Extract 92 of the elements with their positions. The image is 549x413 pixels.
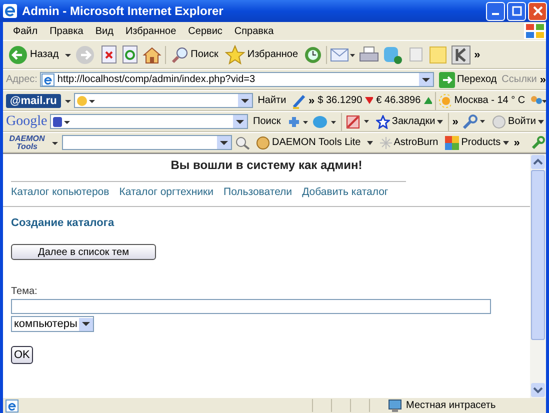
topic-input[interactable] <box>11 299 491 314</box>
security-zone: Местная интрасеть <box>406 400 497 411</box>
sparkle-icon <box>380 136 392 148</box>
menu-item[interactable]: Сервис <box>182 26 228 36</box>
history-icon[interactable] <box>303 44 324 64</box>
pen-icon[interactable] <box>291 92 306 108</box>
search-engine-icon[interactable] <box>74 94 97 108</box>
menu-item[interactable]: Справка <box>228 26 280 36</box>
next-button[interactable]: Далее в список тем <box>11 244 156 260</box>
down-triangle-icon <box>365 96 374 105</box>
page-icon <box>41 72 56 86</box>
search-button[interactable]: Поиск <box>251 116 283 127</box>
ok-button[interactable]: OK <box>11 346 33 364</box>
stop-icon[interactable] <box>100 44 118 64</box>
minimize-icon <box>492 13 499 15</box>
search-field[interactable] <box>50 114 248 129</box>
daemon-tools-logo[interactable]: DAEMON Tools <box>6 134 48 150</box>
nav-link[interactable]: Каталог оргтехники <box>119 186 214 198</box>
dropdown-button[interactable] <box>238 94 252 107</box>
k-letter-icon[interactable] <box>451 44 472 64</box>
dollar-rate: $ 36.1290 <box>318 95 362 106</box>
star-icon <box>225 44 246 64</box>
menu-item[interactable]: Избранное <box>119 26 182 36</box>
products-button[interactable]: Products <box>443 136 511 150</box>
address-field[interactable]: http://localhost/comp/admin/index.php?vid=3 <box>40 72 434 87</box>
dropdown-arrow-icon <box>220 140 228 146</box>
magnifier-icon <box>170 46 189 64</box>
bookmarks-button[interactable]: Закладки <box>374 114 446 128</box>
up-triangle-icon <box>424 96 432 105</box>
sun-icon <box>438 94 452 108</box>
chat-bubble-icon[interactable] <box>312 114 338 128</box>
search-field[interactable] <box>74 93 253 108</box>
refresh-icon[interactable] <box>120 44 139 64</box>
search-field[interactable] <box>62 135 232 150</box>
dropdown-button[interactable] <box>418 73 433 86</box>
category-select[interactable]: компьютеры <box>11 316 94 332</box>
dropdown-arrow-icon <box>502 140 509 146</box>
more-links-button[interactable]: » <box>540 74 546 86</box>
more-toolbar-button[interactable]: » <box>514 136 520 148</box>
scroll-up-icon[interactable] <box>531 155 545 169</box>
nav-link[interactable]: Добавить каталог <box>302 186 388 198</box>
weather-text[interactable]: Москва - 14 ° C <box>454 95 526 106</box>
go-button[interactable]: Переход <box>436 72 499 88</box>
home-icon[interactable] <box>142 44 162 64</box>
mail-logo[interactable]: @mail.ru <box>6 94 61 108</box>
menu-item[interactable]: Вид <box>89 26 120 36</box>
maximize-button[interactable] <box>507 2 526 20</box>
sign-in-button[interactable]: Войти <box>490 114 546 128</box>
colored-squares-icon <box>445 136 460 150</box>
topic-label: Тема: <box>11 286 38 297</box>
more-toolbar-button[interactable]: » <box>474 48 480 60</box>
dropdown-button[interactable] <box>233 115 248 128</box>
google-logo[interactable]: Google <box>6 114 48 130</box>
section-title: Создание каталога <box>11 217 114 229</box>
dropdown-button[interactable] <box>217 136 231 149</box>
dropdown-arrow-icon <box>538 118 544 124</box>
scroll-thumb[interactable] <box>531 170 545 340</box>
dropdown-arrow-icon <box>240 98 249 104</box>
back-button[interactable]: Назад <box>6 44 61 64</box>
close-icon <box>532 6 542 16</box>
dropdown-arrow-icon <box>236 118 244 124</box>
menu-item[interactable]: Правка <box>44 26 90 36</box>
menu-item[interactable]: Файл <box>7 26 44 36</box>
circle-icon <box>492 114 506 128</box>
window-title: Admin - Microsoft Internet Explorer <box>22 4 224 18</box>
dropdown-arrow-icon <box>437 118 444 124</box>
scroll-down-icon[interactable] <box>531 383 545 397</box>
disc-icon <box>256 136 270 150</box>
minimize-button[interactable] <box>486 2 505 20</box>
astroburn-button[interactable]: AstroBurn <box>378 136 440 148</box>
vertical-scrollbar[interactable] <box>530 154 546 398</box>
printer-icon[interactable] <box>359 44 380 64</box>
address-label: Адрес: <box>6 74 38 85</box>
dropdown-arrow-icon <box>82 321 90 327</box>
search-button[interactable]: Поиск <box>168 46 220 64</box>
favorites-button[interactable]: Избранное <box>223 44 300 64</box>
star-icon <box>376 114 390 128</box>
euro-rate: € 46.3896 <box>376 95 421 106</box>
messenger-icon[interactable] <box>382 44 404 64</box>
more-toolbar-button[interactable]: » <box>308 94 315 106</box>
more-toolbar-button[interactable]: » <box>452 116 458 128</box>
dropdown-arrow-icon <box>422 76 430 82</box>
close-button[interactable] <box>528 2 547 20</box>
maximize-icon <box>512 6 522 16</box>
search-icon[interactable] <box>235 136 251 150</box>
page-heading: Вы вошли в систему как админ! <box>170 158 364 172</box>
nav-link[interactable]: Каталог копьютеров <box>11 186 110 198</box>
nav-link[interactable]: Пользователи <box>224 186 292 198</box>
browser-icon <box>2 3 18 19</box>
daemon-tools-lite-button[interactable]: DAEMON Tools Lite <box>254 136 375 150</box>
blocked-popup-icon[interactable] <box>345 114 371 130</box>
find-button[interactable]: Найти <box>256 95 288 106</box>
